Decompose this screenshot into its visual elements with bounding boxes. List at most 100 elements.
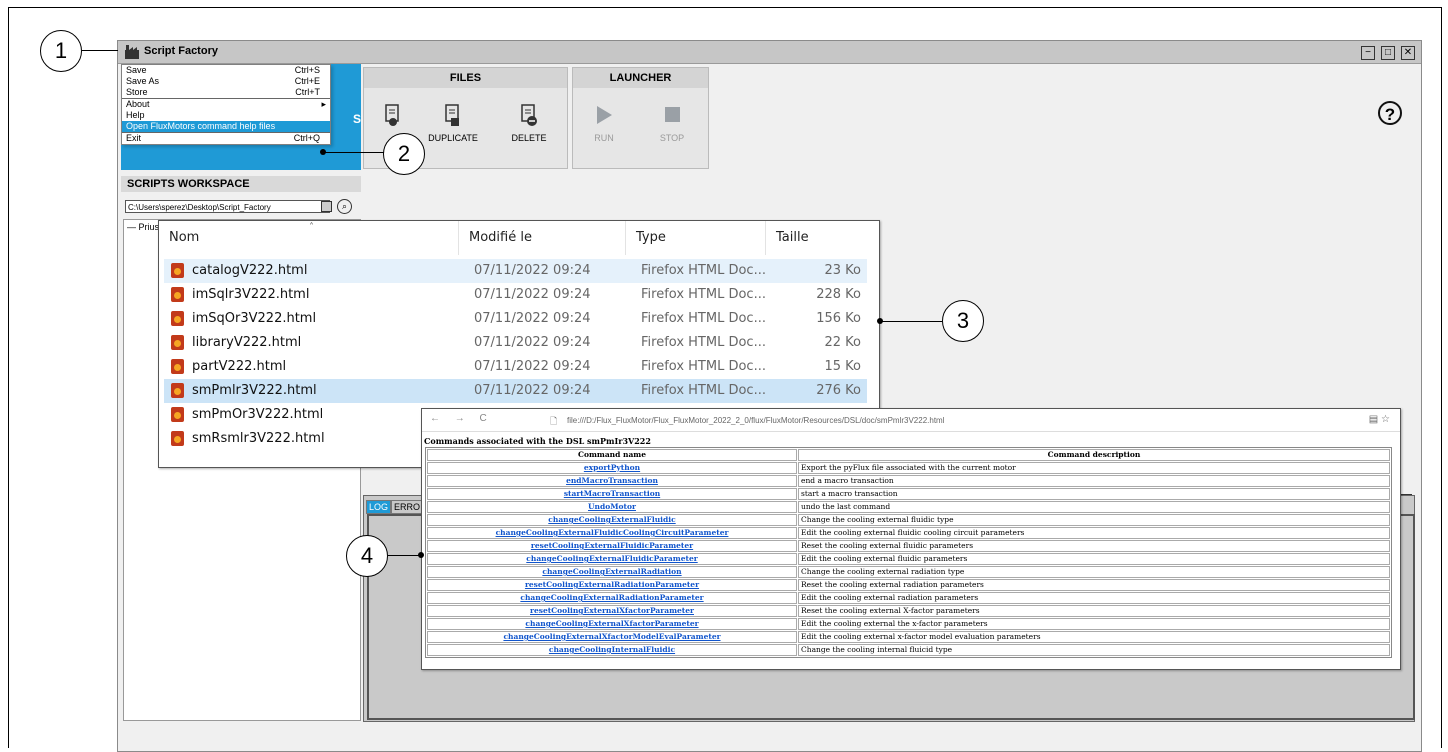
duplicate-label: DUPLICATE [428, 133, 478, 143]
restore-button[interactable]: □ [1381, 46, 1395, 60]
command-link[interactable]: exportPython [584, 463, 640, 472]
reader-bookmark-icons[interactable]: ▤ ☆ [1369, 414, 1390, 425]
command-description-cell: Reset the cooling external X-factor para… [798, 605, 1390, 617]
command-link[interactable]: startMacroTransaction [564, 489, 660, 498]
menu-item-about[interactable]: About ▸ [122, 98, 330, 110]
menu-item-exit[interactable]: Exit Ctrl+Q [122, 132, 330, 144]
stop-label: STOP [659, 133, 685, 143]
workspace-path-field[interactable]: C:\Users\sperez\Desktop\Script_Factory [125, 200, 330, 213]
callout-2-line [324, 152, 386, 153]
column-header-type[interactable]: Type [626, 221, 766, 255]
command-row: exportPython Export the pyFlux file assoc… [427, 462, 1390, 474]
command-description-cell: Edit the cooling external radiation para… [798, 592, 1390, 604]
command-name-cell: changeCoolingExternalFluidic [427, 514, 797, 526]
command-row: startMacroTransaction start a macro trans… [427, 488, 1390, 500]
file-row[interactable]: libraryV222.html 07/11/2022 09:24 Firefox … [164, 331, 867, 355]
tab-errors[interactable]: ERRO [391, 500, 424, 514]
command-description-cell: Change the cooling external radiation ty… [798, 566, 1390, 578]
command-description-cell: Edit the cooling external fluidic coolin… [798, 527, 1390, 539]
commands-table: Command name Command description exportPy… [425, 447, 1392, 658]
command-description-cell: Change the cooling external fluidic type [798, 514, 1390, 526]
column-header-size[interactable]: Taille [766, 221, 871, 255]
file-menu: Save Ctrl+S Save As Ctrl+E Store Ctrl+T Abo… [121, 64, 331, 145]
command-row: changeCoolingExternalRadiation Change the… [427, 566, 1390, 578]
callout-4-line [388, 555, 420, 556]
minimize-button[interactable]: − [1361, 46, 1375, 60]
command-row: changeCoolingExternalFluidic Change the c… [427, 514, 1390, 526]
callout-1: 1 [40, 30, 82, 72]
command-row: resetCoolingExternalRadiationParameter Re… [427, 579, 1390, 591]
menu-item-save[interactable]: Save Ctrl+S [122, 65, 330, 76]
new-script-button[interactable] [364, 103, 422, 133]
close-button[interactable]: ✕ [1401, 46, 1415, 60]
document-duplicate-icon [445, 104, 459, 126]
browse-search-icon[interactable]: ⌕ [337, 199, 352, 214]
command-link[interactable]: resetCoolingExternalXfactorParameter [530, 606, 694, 615]
stop-button[interactable]: STOP [643, 103, 701, 143]
command-name-cell: changeCoolingExternalXfactorModelEvalPar… [427, 631, 797, 643]
firefox-html-icon [171, 407, 184, 422]
duplicate-button[interactable]: DUPLICATE [424, 103, 482, 143]
file-row-selected[interactable]: smPmlr3V222.html 07/11/2022 09:24 Firefox … [164, 379, 867, 403]
firefox-html-icon [171, 263, 184, 278]
menu-item-store[interactable]: Store Ctrl+T [122, 87, 330, 98]
command-name-cell: changeCoolingInternalFluidic [427, 644, 797, 656]
command-link[interactable]: resetCoolingExternalFluidicParameter [531, 541, 693, 550]
tab-log[interactable]: LOG [366, 500, 392, 514]
run-button[interactable]: RUN [575, 103, 633, 143]
command-name-cell: endMacroTransaction [427, 475, 797, 487]
column-header-modified[interactable]: Modifié le [459, 221, 626, 255]
file-row[interactable]: partV222.html 07/11/2022 09:24 Firefox HTM… [164, 355, 867, 379]
command-link[interactable]: UndoMotor [588, 502, 636, 511]
command-name-cell: startMacroTransaction [427, 488, 797, 500]
command-description-cell: Reset the cooling external radiation par… [798, 579, 1390, 591]
command-description-cell: Edit the cooling external fluidic parame… [798, 553, 1390, 565]
command-link[interactable]: changeCoolingInternalFluidic [549, 645, 675, 654]
callout-1-line [82, 50, 118, 51]
firefox-html-icon [171, 335, 184, 350]
command-link[interactable]: changeCoolingExternalFluidicParameter [526, 554, 697, 563]
command-link[interactable]: changeCoolingExternalFluidic [548, 515, 675, 524]
command-name-cell: changeCoolingExternalFluidicCoolingCircu… [427, 527, 797, 539]
command-description-cell: end a macro transaction [798, 475, 1390, 487]
address-bar[interactable]: file:///D:/Flux_FluxMotor/Flux_FluxMotor… [567, 416, 944, 425]
command-row: changeCoolingExternalRadiationParameter E… [427, 592, 1390, 604]
command-link[interactable]: resetCoolingExternalRadiationParameter [525, 580, 699, 589]
command-row: changeCoolingExternalFluidicParameter Edi… [427, 553, 1390, 565]
log-tabs: LOG ERRO [366, 500, 424, 514]
file-row[interactable]: catalogV222.html 07/11/2022 09:24 Firefox … [164, 259, 867, 283]
firefox-html-icon [171, 287, 184, 302]
command-name-cell: UndoMotor [427, 501, 797, 513]
file-row[interactable]: imSqOr3V222.html 07/11/2022 09:24 Firefox … [164, 307, 867, 331]
file-row[interactable]: imSqlr3V222.html 07/11/2022 09:24 Firefox … [164, 283, 867, 307]
document-add-icon [385, 104, 399, 126]
command-link[interactable]: changeCoolingExternalXfactorModelEvalPar… [503, 632, 720, 641]
scripts-workspace-header: SCRIPTS WORKSPACE [121, 176, 361, 192]
path-dropdown-icon[interactable] [321, 201, 332, 212]
help-icon[interactable]: ? [1378, 101, 1402, 125]
delete-button[interactable]: DELETE [500, 103, 558, 143]
browser-nav-buttons[interactable]: ← → C [430, 413, 493, 424]
callout-2: 2 [383, 133, 425, 175]
stop-icon [665, 107, 680, 122]
doc-title: Commands associated with the DSL smPmIr3… [424, 436, 651, 446]
command-name-cell: resetCoolingExternalXfactorParameter [427, 605, 797, 617]
firefox-html-icon [171, 383, 184, 398]
command-row: resetCoolingExternalXfactorParameter Rese… [427, 605, 1390, 617]
tree-item-prius[interactable]: — Prius [127, 222, 159, 232]
menu-item-open-help-files[interactable]: Open FluxMotors command help files [122, 121, 330, 132]
menu-item-help[interactable]: Help [122, 110, 330, 121]
scripts-header-letter: S [352, 112, 361, 126]
command-link[interactable]: changeCoolingExternalRadiationParameter [520, 593, 703, 602]
command-link[interactable]: changeCoolingExternalRadiation [542, 567, 681, 576]
col-command-description: Command description [798, 449, 1390, 461]
command-link[interactable]: endMacroTransaction [566, 476, 658, 485]
command-link[interactable]: changeCoolingExternalXfactorParameter [525, 619, 698, 628]
column-header-name[interactable]: Nom ˄ [159, 221, 459, 255]
page-icon: 🗋 [550, 416, 558, 426]
command-row: changeCoolingExternalXfactorParameter Edi… [427, 618, 1390, 630]
command-link[interactable]: changeCoolingExternalFluidicCoolingCircu… [496, 528, 729, 537]
command-description-cell: Change the cooling internal fluicid type [798, 644, 1390, 656]
firefox-html-icon [171, 431, 184, 446]
menu-item-save-as[interactable]: Save As Ctrl+E [122, 76, 330, 87]
